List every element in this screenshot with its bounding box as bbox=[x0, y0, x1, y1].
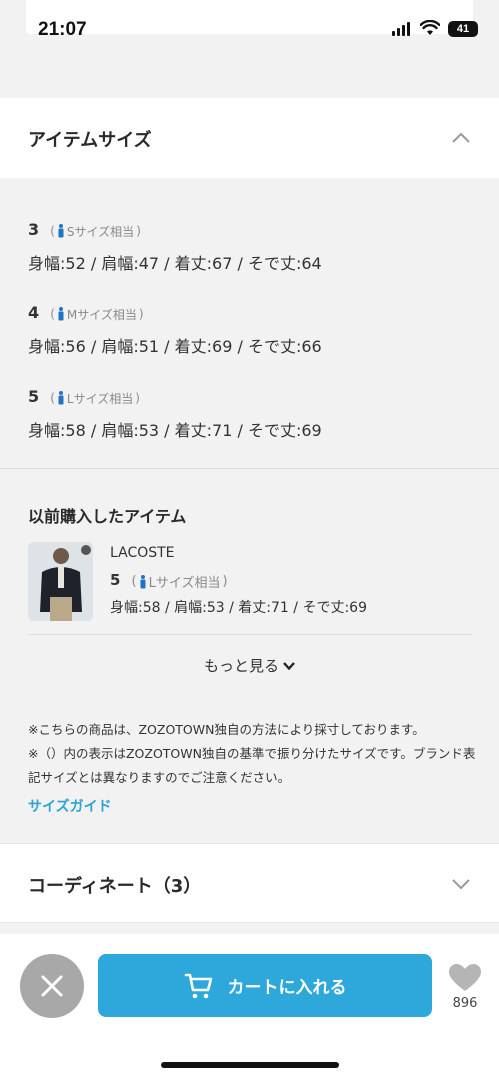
show-more-label: もっと見る bbox=[203, 657, 279, 675]
add-to-cart-button[interactable]: カートに入れる bbox=[98, 954, 432, 1017]
size-number: 5 bbox=[110, 571, 121, 589]
size-row: 4 ( Mサイズ相当) 身幅:56 / 肩幅:51 / 着丈:69 / そで丈:… bbox=[28, 303, 322, 357]
status-bar: 21:07 41 bbox=[0, 0, 499, 62]
previous-purchase-title: 以前購入したアイテム bbox=[28, 507, 187, 526]
chevron-down-icon bbox=[452, 879, 470, 890]
wifi-icon bbox=[420, 20, 440, 35]
signal-icon bbox=[392, 22, 410, 36]
size-equivalent-label: Sサイズ相当 bbox=[66, 224, 135, 239]
size-note: ※（）内の表示はZOZOTOWN独自の基準で振り分けたサイズです。ブランド表記サ… bbox=[28, 746, 476, 785]
size-equivalent-label: Mサイズ相当 bbox=[66, 307, 137, 322]
size-measurements: 身幅:58 / 肩幅:53 / 着丈:71 / そで丈:69 bbox=[28, 420, 322, 440]
measurement-note: ※こちらの商品は、ZOZOTOWN独自の方法により採寸しております。 bbox=[28, 722, 425, 737]
chevron-down-icon bbox=[283, 662, 295, 671]
item-size-title: アイテムサイズ bbox=[28, 130, 152, 151]
divider bbox=[28, 634, 472, 635]
show-more-button[interactable]: もっと見る bbox=[0, 655, 499, 676]
size-equivalent: ( Lサイズ相当) bbox=[131, 574, 228, 591]
cart-icon bbox=[184, 973, 212, 998]
size-equivalent-label: Lサイズ相当 bbox=[66, 391, 134, 406]
add-to-cart-label: カートに入れる bbox=[227, 978, 347, 998]
size-equivalent: ( Mサイズ相当) bbox=[50, 307, 144, 322]
person-icon bbox=[58, 307, 64, 321]
size-row: 3 ( Sサイズ相当) 身幅:52 / 肩幅:47 / 着丈:67 / そで丈:… bbox=[28, 220, 322, 274]
size-row: 5 ( Lサイズ相当) 身幅:58 / 肩幅:53 / 着丈:71 / そで丈:… bbox=[28, 387, 322, 441]
size-equivalent-label: Lサイズ相当 bbox=[148, 576, 221, 591]
close-icon bbox=[41, 975, 63, 997]
battery-icon: 41 bbox=[448, 21, 478, 37]
size-number: 4 bbox=[28, 303, 40, 322]
previous-item-size: 5 ( Lサイズ相当) bbox=[110, 570, 228, 591]
previous-item-brand: LACOSTE bbox=[110, 545, 175, 561]
size-guide-link[interactable]: サイズガイド bbox=[28, 796, 112, 816]
home-indicator bbox=[161, 1062, 339, 1068]
coordinate-title: コーディネート（3） bbox=[28, 876, 202, 897]
item-size-header[interactable]: アイテムサイズ bbox=[0, 98, 499, 178]
product-image bbox=[28, 542, 93, 621]
person-icon bbox=[140, 574, 146, 588]
coordinate-header[interactable]: コーディネート（3） bbox=[0, 843, 499, 923]
size-measurements: 身幅:56 / 肩幅:51 / 着丈:69 / そで丈:66 bbox=[28, 336, 322, 356]
person-icon bbox=[58, 391, 64, 405]
size-number: 5 bbox=[28, 387, 40, 406]
size-number: 3 bbox=[28, 220, 40, 239]
previous-item-measurements: 身幅:58 / 肩幅:53 / 着丈:71 / そで丈:69 bbox=[110, 600, 367, 616]
status-time: 21:07 bbox=[38, 19, 87, 40]
previous-item-thumbnail[interactable] bbox=[28, 542, 93, 621]
person-icon bbox=[58, 224, 64, 238]
heart-icon[interactable] bbox=[449, 964, 481, 992]
size-measurements: 身幅:52 / 肩幅:47 / 着丈:67 / そで丈:64 bbox=[28, 253, 322, 273]
divider bbox=[0, 468, 499, 469]
chevron-up-icon bbox=[452, 132, 470, 143]
favorite-count: 896 bbox=[452, 996, 478, 1011]
close-button[interactable] bbox=[20, 954, 84, 1018]
size-equivalent: ( Lサイズ相当) bbox=[50, 391, 140, 406]
size-equivalent: ( Sサイズ相当) bbox=[50, 224, 141, 239]
page: 21:07 41 アイテムサイズ 3 ( Sサイズ相当) 身幅:52 / 肩幅:… bbox=[0, 0, 499, 1080]
